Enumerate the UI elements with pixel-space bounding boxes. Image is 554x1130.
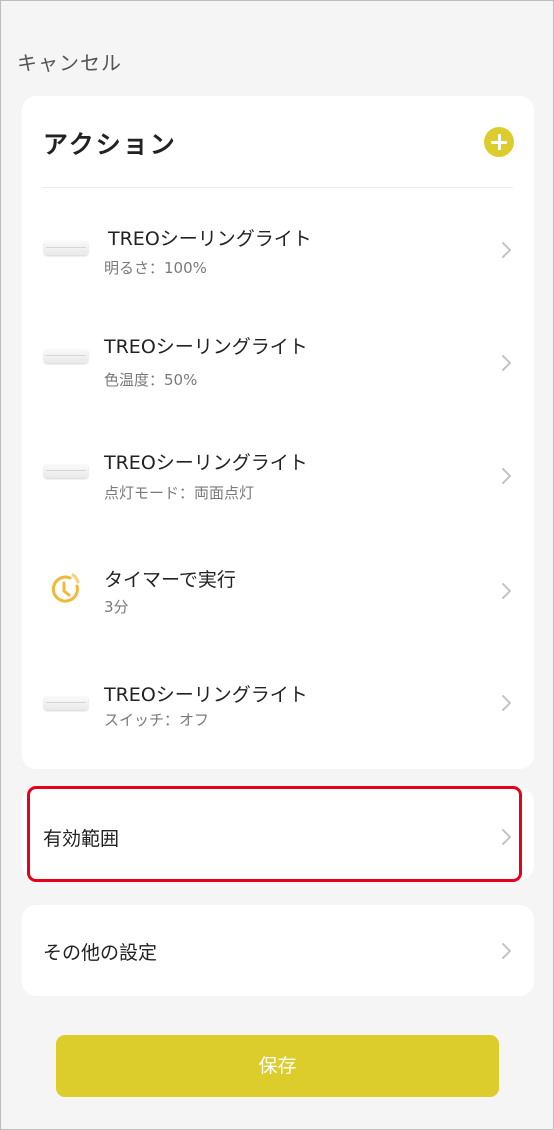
chevron-right-icon	[502, 943, 511, 959]
action-item[interactable]: TREOシーリングライト 点灯モード：両面点灯	[22, 424, 534, 524]
scope-row[interactable]: 有効範囲	[22, 788, 534, 880]
action-item-subtitle: スイッチ：オフ	[104, 711, 210, 729]
action-item[interactable]: TREOシーリングライト 明るさ：100%	[22, 199, 534, 299]
other-settings-row[interactable]: その他の設定	[22, 905, 534, 996]
action-item-title: TREOシーリングライト	[108, 228, 312, 250]
add-action-button[interactable]	[484, 127, 514, 157]
action-item-subtitle: 明るさ：100%	[104, 259, 207, 277]
chevron-right-icon	[502, 468, 511, 484]
action-item-title: TREOシーリングライト	[104, 336, 308, 358]
ceiling-light-icon	[44, 696, 88, 710]
actions-title: アクション	[43, 130, 177, 159]
action-item-subtitle: 色温度：50%	[104, 371, 198, 389]
chevron-right-icon	[502, 695, 511, 711]
save-button[interactable]: 保存	[56, 1035, 499, 1097]
action-item[interactable]: タイマーで実行 3分	[22, 539, 534, 639]
ceiling-light-icon	[44, 349, 88, 363]
chevron-right-icon	[502, 242, 511, 258]
chevron-right-icon	[502, 829, 511, 845]
ceiling-light-icon	[44, 241, 88, 255]
action-item-subtitle: 3分	[104, 598, 129, 616]
scope-label: 有効範囲	[43, 828, 120, 850]
ceiling-light-icon	[44, 464, 88, 478]
chevron-right-icon	[502, 355, 511, 371]
cancel-button[interactable]: キャンセル	[17, 47, 122, 76]
actions-divider	[42, 187, 513, 188]
action-item-subtitle: 点灯モード：両面点灯	[104, 484, 255, 502]
action-item[interactable]: TREOシーリングライト スイッチ：オフ	[22, 652, 534, 752]
action-item[interactable]: TREOシーリングライト 色温度：50%	[22, 311, 534, 411]
other-settings-label: その他の設定	[43, 942, 158, 964]
chevron-right-icon	[502, 583, 511, 599]
timer-icon	[51, 573, 80, 603]
action-item-title: TREOシーリングライト	[104, 452, 308, 474]
action-item-title: タイマーで実行	[104, 569, 236, 591]
action-item-title: TREOシーリングライト	[104, 684, 308, 706]
